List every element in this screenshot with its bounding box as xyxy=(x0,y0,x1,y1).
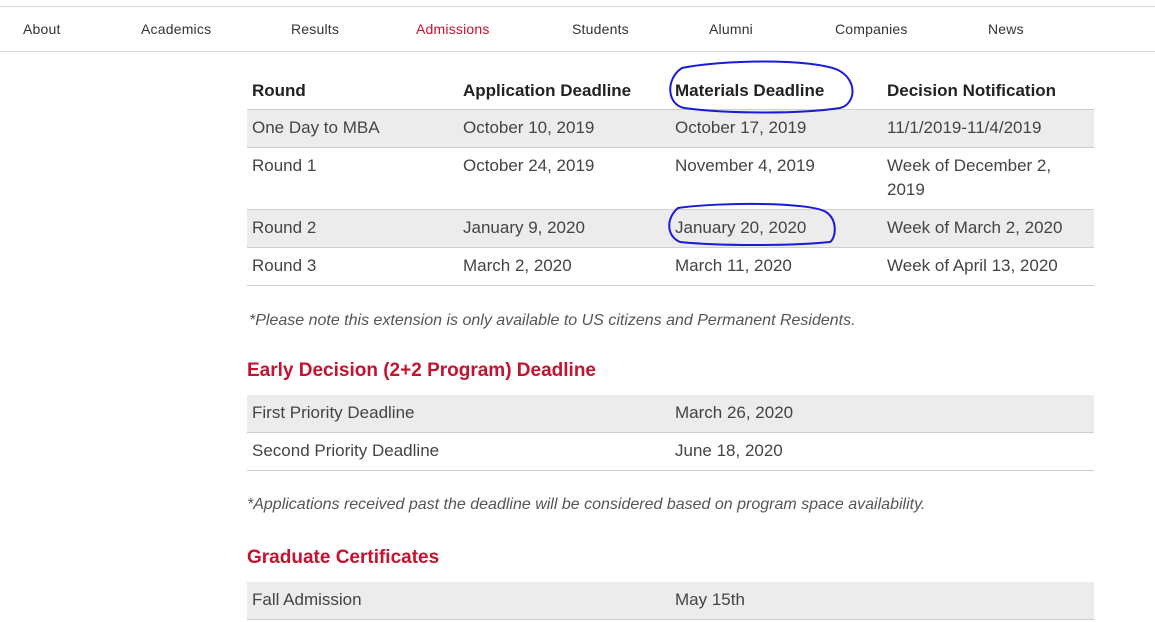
table-cell: One Day to MBA xyxy=(247,109,458,148)
deadlines-table: Round Application Deadline Materials Dea… xyxy=(247,70,1094,286)
table-row: Round 2 January 9, 2020 January 20, 2020… xyxy=(247,209,1094,248)
table-cell: Round 1 xyxy=(247,147,458,210)
table-row: Second Priority Deadline June 18, 2020 xyxy=(247,432,1094,471)
table-cell: Fall Admission xyxy=(247,582,670,620)
table-row: Fall Admission May 15th xyxy=(247,582,1094,620)
nav-item-companies[interactable]: Companies xyxy=(835,21,908,37)
nav-item-alumni[interactable]: Alumni xyxy=(709,21,753,37)
nav-item-students[interactable]: Students xyxy=(572,21,629,37)
header-round: Round xyxy=(247,70,458,110)
nav-item-news[interactable]: News xyxy=(988,21,1024,37)
table-cell: Week of March 2, 2020 xyxy=(882,209,1094,248)
table-cell: November 4, 2019 xyxy=(670,147,882,210)
early-decision-title: Early Decision (2+2 Program) Deadline xyxy=(247,360,596,381)
table-cell: March 2, 2020 xyxy=(458,247,670,286)
table-cell: Week of December 2, 2019 xyxy=(882,147,1094,210)
table-cell: October 10, 2019 xyxy=(458,109,670,148)
table-cell: Round 3 xyxy=(247,247,458,286)
nav-item-results[interactable]: Results xyxy=(291,21,339,37)
table-cell: October 24, 2019 xyxy=(458,147,670,210)
citizenship-note: *Please note this extension is only avai… xyxy=(249,312,856,329)
graduate-certificates-table: Fall Admission May 15th xyxy=(247,582,1094,620)
table-cell: January 9, 2020 xyxy=(458,209,670,248)
nav-item-academics[interactable]: Academics xyxy=(141,21,211,37)
table-row: First Priority Deadline March 26, 2020 xyxy=(247,395,1094,433)
table-cell: January 20, 2020 xyxy=(670,209,882,248)
nav-item-admissions[interactable]: Admissions xyxy=(416,21,490,37)
table-cell: Round 2 xyxy=(247,209,458,248)
table-cell: Week of April 13, 2020 xyxy=(882,247,1094,286)
header-materials-deadline: Materials Deadline xyxy=(670,70,882,110)
availability-note: *Applications received past the deadline… xyxy=(247,496,926,513)
table-cell: First Priority Deadline xyxy=(247,395,670,433)
top-navigation: About Academics Results Admissions Stude… xyxy=(0,6,1155,52)
main-content: Round Application Deadline Materials Dea… xyxy=(247,70,1094,286)
table-row: Round 1 October 24, 2019 November 4, 201… xyxy=(247,147,1094,210)
nav-item-about[interactable]: About xyxy=(23,21,61,37)
early-decision-table: First Priority Deadline March 26, 2020 S… xyxy=(247,395,1094,471)
table-cell: 11/1/2019-11/4/2019 xyxy=(882,109,1094,148)
table-header-row: Round Application Deadline Materials Dea… xyxy=(247,70,1094,110)
header-application-deadline: Application Deadline xyxy=(458,70,670,110)
table-cell: Second Priority Deadline xyxy=(247,432,670,471)
graduate-certificates-title: Graduate Certificates xyxy=(247,547,440,568)
table-cell: October 17, 2019 xyxy=(670,109,882,148)
table-cell: June 18, 2020 xyxy=(670,432,1094,471)
table-row: One Day to MBA October 10, 2019 October … xyxy=(247,109,1094,148)
table-row: Round 3 March 2, 2020 March 11, 2020 Wee… xyxy=(247,247,1094,286)
header-decision-notification: Decision Notification xyxy=(882,70,1094,110)
table-cell: March 11, 2020 xyxy=(670,247,882,286)
table-cell: March 26, 2020 xyxy=(670,395,1094,433)
table-cell: May 15th xyxy=(670,582,1094,620)
